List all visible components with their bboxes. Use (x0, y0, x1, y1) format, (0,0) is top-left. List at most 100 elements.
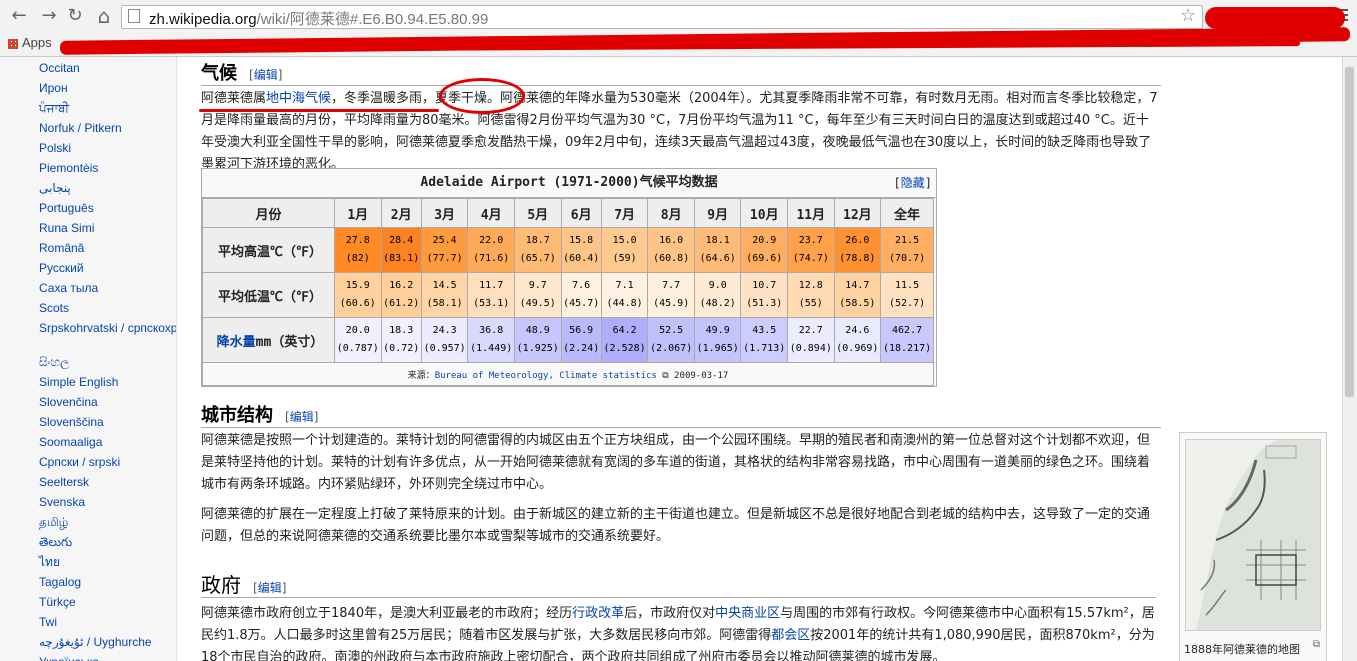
edit-link[interactable]: [编辑] (253, 581, 286, 595)
climate-cell: 27.8 (82) (334, 227, 382, 273)
back-arrow-icon: ← (11, 5, 27, 26)
cell-subvalue: (1.965) (696, 343, 739, 354)
enlarge-icon[interactable]: ⧉ (1313, 639, 1320, 650)
cell-subvalue: (82) (345, 253, 370, 264)
cell-value: 16.0 (659, 235, 684, 246)
precipitation-link[interactable]: 降水量 (217, 335, 256, 350)
month-header: 月份 (202, 198, 335, 228)
metro-area-link[interactable]: 都会区 (771, 628, 810, 643)
language-link[interactable]: Српски / srpski (39, 452, 176, 472)
language-link[interactable]: Українська (39, 652, 176, 661)
row-label-text: mm（英寸） (255, 334, 324, 350)
climate-cell: 24.6 (0.969) (833, 317, 882, 363)
language-link[interactable]: Runa Simi (39, 218, 176, 238)
climate-cell: 20.9 (69.6) (740, 227, 789, 273)
climate-cell: 20.0 (0.787) (334, 317, 382, 363)
cell-subvalue: (78.8) (839, 253, 876, 264)
hide-link[interactable]: 隐藏 (901, 176, 925, 190)
cell-subvalue: (65.7) (519, 253, 556, 264)
cell-value: 15.8 (569, 235, 594, 246)
language-link[interactable]: Русский (39, 258, 176, 278)
climate-cell: 11.5 (52.7) (880, 272, 934, 318)
reload-button[interactable]: ↻ (64, 5, 86, 27)
bookmark-star-icon[interactable]: ☆ (1180, 5, 1196, 26)
language-link[interactable]: Ирон (39, 78, 176, 98)
climate-cell: 48.9 (1.925) (513, 317, 562, 363)
language-link[interactable]: Occitan (39, 58, 176, 78)
cell-value: 20.0 (345, 325, 370, 336)
language-link[interactable]: Soomaaliga (39, 432, 176, 452)
language-link[interactable]: ਪੰਜਾਬੀ (39, 98, 176, 118)
forward-button[interactable]: → (38, 5, 60, 27)
source-link[interactable]: Bureau of Meteorology, Climate statistic… (435, 371, 657, 381)
language-link[interactable]: తెలుగు (39, 532, 176, 552)
cell-value: 15.0 (612, 235, 637, 246)
thumbnail-caption: 1888年阿德莱德的地图 (1184, 643, 1300, 656)
heading-rule (201, 85, 1161, 86)
heading-text: 气候 (201, 63, 237, 84)
language-link[interactable]: Piemontèis (39, 158, 176, 178)
month-header: 3月 (420, 198, 469, 228)
language-link[interactable]: Scots (39, 298, 176, 318)
language-link[interactable]: Română (39, 238, 176, 258)
cell-subvalue: (69.6) (746, 253, 783, 264)
language-link[interactable]: Português (39, 198, 176, 218)
section-heading-city-structure: 城市结构 [编辑] (201, 401, 318, 427)
language-link[interactable]: Norfuk / Pitkern (39, 118, 176, 138)
climate-cell: 16.0 (60.8) (647, 227, 695, 273)
scrollbar-thumb[interactable] (1345, 67, 1354, 397)
climate-cell: 7.6 (45.7) (560, 272, 602, 318)
edit-link[interactable]: [编辑] (285, 410, 318, 424)
language-link[interactable]: සිංහල (39, 352, 176, 372)
language-link[interactable]: ئۇيغۇرچە / Uyghurche (39, 632, 176, 652)
page-icon (128, 9, 140, 23)
language-link[interactable]: پنجابی (39, 178, 176, 198)
source-label: 来源： (407, 370, 435, 381)
language-link[interactable]: Саха тыла (39, 278, 176, 298)
cell-subvalue: (64.6) (699, 253, 736, 264)
climate-cell: 7.1 (44.8) (600, 272, 649, 318)
edit-label[interactable]: 编辑 (254, 68, 278, 82)
language-link[interactable]: ไทย (39, 552, 176, 572)
language-link[interactable]: Seeltersk (39, 472, 176, 492)
page-scrollbar[interactable] (1342, 57, 1357, 661)
language-link[interactable]: Polski (39, 138, 176, 158)
cbd-link[interactable]: 中央商业区 (715, 606, 780, 621)
language-sidebar: Occitan Ирон ਪੰਜਾਬੀ Norfuk / Pitkern Polski P… (0, 57, 177, 661)
cell-value: 18.7 (525, 235, 550, 246)
month-header: 12月 (833, 198, 882, 228)
language-link[interactable]: Tagalog (39, 572, 176, 592)
hide-toggle[interactable]: [隐藏] (894, 169, 932, 197)
language-link[interactable]: Twi (39, 612, 176, 632)
apps-shortcut[interactable]: Apps (8, 35, 52, 50)
climate-cell: 9.0 (48.2) (693, 272, 742, 318)
cell-subvalue: (60.6) (339, 298, 376, 309)
cell-subvalue: (58.5) (839, 298, 876, 309)
month-header-row: 月份 1月 2月 3月 4月 5月 6月 7月 8月 9月 10月 11月 12月 全年 (202, 198, 934, 228)
language-link[interactable]: Slovenčina (39, 392, 176, 412)
home-button[interactable]: ⌂ (93, 5, 115, 27)
cell-value: 16.2 (389, 280, 414, 291)
language-link[interactable]: Simple English (39, 372, 176, 392)
edit-label[interactable]: 编辑 (290, 410, 314, 424)
heading-text: 城市结构 (201, 405, 273, 426)
climate-cell: 14.7 (58.5) (833, 272, 882, 318)
cell-subvalue: (74.7) (792, 253, 829, 264)
address-bar[interactable]: zh.wikipedia.org/wiki/阿德莱德#.E6.B0.94.E5.… (121, 5, 1203, 29)
climate-cell: 462.7 (18.217) (880, 317, 934, 363)
language-link[interactable]: Slovenščina (39, 412, 176, 432)
cell-value: 11.5 (895, 280, 920, 291)
adelaide-1888-map-image[interactable] (1185, 439, 1321, 631)
cell-subvalue: (77.7) (426, 253, 463, 264)
edit-link[interactable]: [编辑] (249, 68, 282, 82)
language-link[interactable]: தமிழ் (39, 512, 176, 532)
source-row: 来源：Bureau of Meteorology, Climate statis… (202, 362, 934, 386)
admin-reform-link[interactable]: 行政改革 (572, 606, 624, 621)
language-link[interactable]: Svenska (39, 492, 176, 512)
cell-value: 9.0 (708, 280, 727, 291)
edit-label[interactable]: 编辑 (258, 581, 282, 595)
language-link[interactable]: Srpskohrvatski / српскохрватски (39, 318, 176, 352)
back-button[interactable]: ← (8, 5, 30, 27)
language-link[interactable]: Türkçe (39, 592, 176, 612)
mediterranean-climate-link[interactable]: 地中海气候 (266, 91, 331, 106)
